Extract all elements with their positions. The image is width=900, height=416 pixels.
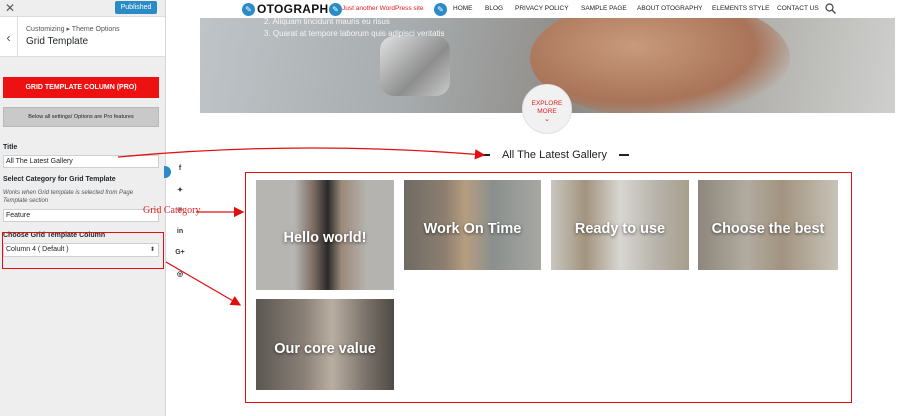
annotation-arrows	[117, 147, 486, 306]
screenshot-root: ✕ Published ‹ Customizing ▸ Theme Option…	[0, 0, 900, 416]
arrow-title-to-gallery	[117, 147, 486, 160]
arrow-column-to-grid	[165, 261, 242, 306]
